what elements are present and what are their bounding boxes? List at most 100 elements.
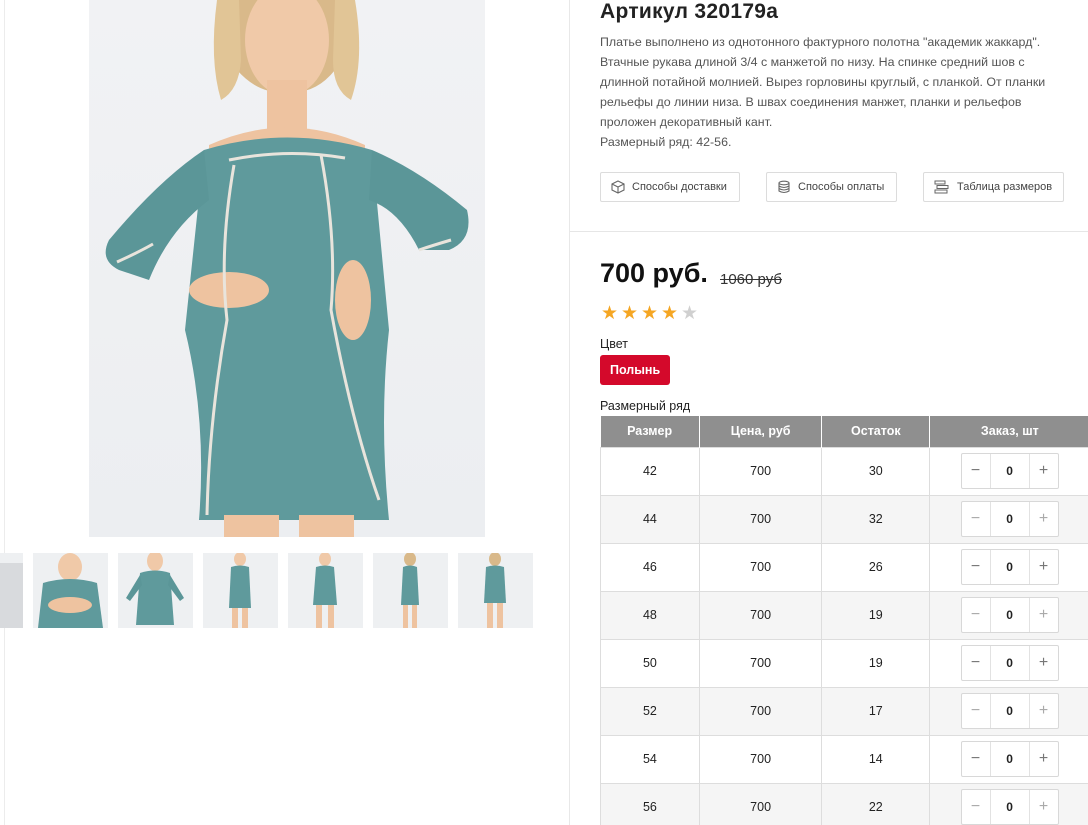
stock-cell: 26 xyxy=(821,542,931,592)
quantity-stepper: −0 + xyxy=(960,693,1059,729)
size-table-header: Размер Цена, руб Остаток Заказ, шт xyxy=(600,416,1088,447)
size-table-body: 42 700 30−0 +44 700 32−0 +46 700 26−0 +48 700 19−0 +… xyxy=(600,446,1088,825)
payment-methods-label: Способы оплаты xyxy=(798,181,885,193)
star-icon: ★ xyxy=(660,303,679,324)
price-cell: 700 xyxy=(698,782,823,825)
increase-button[interactable]: + xyxy=(1030,694,1058,728)
thumbnail-image xyxy=(484,553,506,628)
order-cell: −0 + xyxy=(929,782,1088,825)
dress-photo-illustration xyxy=(105,0,469,537)
stock-cell: 30 xyxy=(821,446,931,496)
quantity-value[interactable]: 0 xyxy=(989,790,1030,824)
description-line: Втачные рукава длиной 3/4 с манжетой по … xyxy=(600,55,1025,69)
increase-button[interactable]: + xyxy=(1030,502,1058,536)
price-cell: 700 xyxy=(698,590,823,640)
decrease-button[interactable]: − xyxy=(962,502,990,536)
order-cell: −0 + xyxy=(929,446,1088,496)
quantity-value[interactable]: 0 xyxy=(989,694,1030,728)
order-cell: −0 + xyxy=(929,638,1088,688)
delivery-methods-button[interactable]: Способы доставки xyxy=(600,172,740,202)
column-header: Заказ, шт xyxy=(929,416,1088,447)
description-line: длинной потайной молнией. Вырез горловин… xyxy=(600,75,1046,89)
price-cell: 700 xyxy=(698,638,823,688)
star-icon: ★ xyxy=(620,303,639,324)
product-title: Артикул 320179а xyxy=(600,0,779,23)
current-price: 700 руб. xyxy=(600,258,708,288)
order-cell: −0 + xyxy=(929,494,1088,544)
decrease-button[interactable]: − xyxy=(962,790,990,824)
price-cell: 700 xyxy=(698,734,823,784)
thumbnail-image xyxy=(229,553,251,628)
increase-button[interactable]: + xyxy=(1030,598,1058,632)
old-price: 1060 руб xyxy=(720,271,782,288)
thumbnail[interactable] xyxy=(458,553,533,628)
quantity-stepper: −0 + xyxy=(960,549,1059,585)
decrease-button[interactable]: − xyxy=(962,742,990,776)
decrease-button[interactable]: − xyxy=(962,598,990,632)
increase-button[interactable]: + xyxy=(1030,550,1058,584)
description-line: проложен декоративный кант. xyxy=(600,115,773,129)
star-icon: ★ xyxy=(680,303,699,324)
stock-cell: 17 xyxy=(821,686,931,736)
quantity-stepper: −0 + xyxy=(960,741,1059,777)
order-cell: −0 + xyxy=(929,542,1088,592)
quantity-value[interactable]: 0 xyxy=(989,454,1030,488)
stock-cell: 19 xyxy=(821,638,931,688)
size-cell: 46 xyxy=(600,542,700,592)
price-cell: 700 xyxy=(698,446,823,496)
size-cell: 44 xyxy=(600,494,700,544)
box-icon xyxy=(611,180,625,194)
table-row: 50 700 19−0 + xyxy=(600,638,1088,688)
quantity-stepper: −0 + xyxy=(960,645,1059,681)
thumbnail-image xyxy=(401,553,419,628)
table-row: 46 700 26−0 + xyxy=(600,542,1088,592)
increase-button[interactable]: + xyxy=(1030,742,1058,776)
quantity-value[interactable]: 0 xyxy=(989,598,1030,632)
quantity-value[interactable]: 0 xyxy=(989,550,1030,584)
order-cell: −0 + xyxy=(929,734,1088,784)
decrease-button[interactable]: − xyxy=(962,646,990,680)
thumbnail-image xyxy=(0,563,23,628)
product-details: Артикул 320179а Платье выполнено из одно… xyxy=(570,0,1088,825)
increase-button[interactable]: + xyxy=(1030,646,1058,680)
column-header: Цена, руб xyxy=(699,416,823,447)
size-cell: 48 xyxy=(600,590,700,640)
table-row: 54 700 14−0 + xyxy=(600,734,1088,784)
thumbnail[interactable] xyxy=(203,553,278,628)
description-line: Размерный ряд: 42-56. xyxy=(600,135,732,149)
table-row: 48 700 19−0 + xyxy=(600,590,1088,640)
main-product-photo[interactable] xyxy=(89,0,485,537)
size-cell: 52 xyxy=(600,686,700,736)
payment-methods-button[interactable]: Способы оплаты xyxy=(766,172,897,202)
thumbnail-strip xyxy=(0,553,570,628)
quantity-value[interactable]: 0 xyxy=(989,502,1030,536)
quantity-value[interactable]: 0 xyxy=(989,646,1030,680)
thumbnail[interactable] xyxy=(373,553,448,628)
decrease-button[interactable]: − xyxy=(962,454,990,488)
increase-button[interactable]: + xyxy=(1030,790,1058,824)
stock-cell: 32 xyxy=(821,494,931,544)
thumbnail[interactable] xyxy=(288,553,363,628)
size-cell: 50 xyxy=(600,638,700,688)
description-line: рельефы до линии низа. В швах соединения… xyxy=(600,95,1022,109)
quantity-value[interactable]: 0 xyxy=(989,742,1030,776)
thumbnail[interactable] xyxy=(118,553,193,628)
quantity-stepper: −0 + xyxy=(960,501,1059,537)
rating-stars: ★ ★ ★ ★ ★ xyxy=(600,304,699,323)
delivery-methods-label: Способы доставки xyxy=(632,181,727,193)
thumbnail[interactable] xyxy=(0,553,23,628)
coins-icon xyxy=(778,180,790,194)
size-table-button[interactable]: Таблица размеров xyxy=(923,172,1064,202)
star-icon: ★ xyxy=(600,303,619,324)
quantity-stepper: −0 + xyxy=(960,597,1059,633)
size-range-label: Размерный ряд xyxy=(600,399,691,413)
decrease-button[interactable]: − xyxy=(962,694,990,728)
price-cell: 700 xyxy=(698,494,823,544)
decrease-button[interactable]: − xyxy=(962,550,990,584)
size-cell: 56 xyxy=(600,782,700,825)
thumbnail-image xyxy=(126,553,184,625)
color-option-selected[interactable]: Полынь xyxy=(600,355,671,385)
thumbnail[interactable] xyxy=(33,553,108,628)
increase-button[interactable]: + xyxy=(1030,454,1058,488)
size-cell: 42 xyxy=(600,446,700,496)
